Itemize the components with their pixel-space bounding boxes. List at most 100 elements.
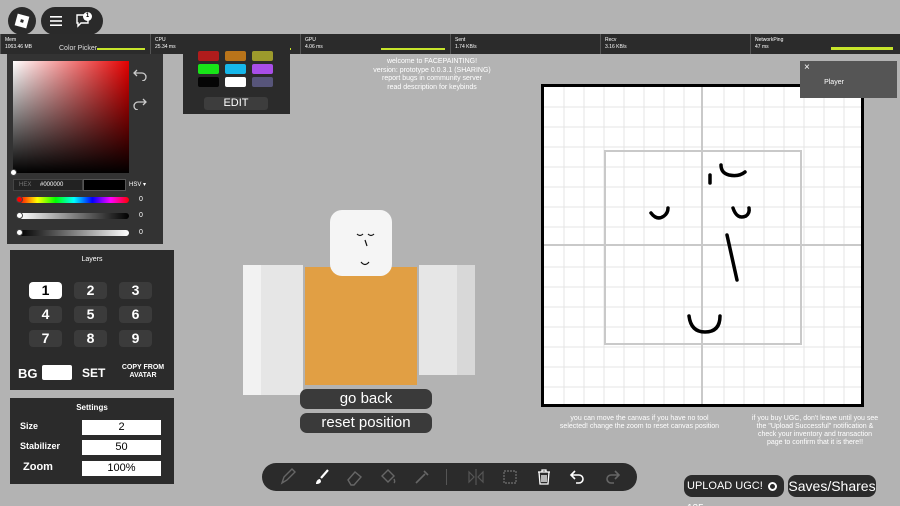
copy-label-line-2: AVATAR bbox=[129, 372, 157, 379]
select-icon[interactable] bbox=[500, 467, 520, 487]
redo-icon[interactable] bbox=[602, 467, 622, 487]
keybinds-line: read description for keybinds bbox=[387, 83, 477, 91]
swatch-olive[interactable] bbox=[252, 51, 273, 61]
saturation-slider[interactable] bbox=[19, 213, 129, 219]
hue-slider[interactable] bbox=[19, 197, 129, 203]
copy-from-avatar-button[interactable]: COPY FROM AVATAR bbox=[116, 364, 170, 380]
zoom-input[interactable]: 100% bbox=[82, 461, 161, 476]
left-arm-side bbox=[243, 265, 261, 395]
stat-ping[interactable]: NetworkPing 47 ms bbox=[750, 34, 900, 54]
copy-label-line-1: COPY FROM bbox=[121, 364, 165, 371]
canvas-note: you can move the canvas if you have no t… bbox=[537, 415, 742, 431]
avatar-head bbox=[330, 210, 392, 276]
layer-9-button[interactable]: 9 bbox=[119, 330, 152, 347]
mode-dropdown[interactable]: HSV ▾ bbox=[129, 181, 146, 188]
mirror-icon[interactable] bbox=[466, 467, 486, 487]
saves-shares-button[interactable]: Saves/Shares bbox=[788, 475, 876, 497]
layer-8-button[interactable]: 8 bbox=[74, 330, 107, 347]
layer-6-button[interactable]: 6 bbox=[119, 306, 152, 323]
close-icon[interactable]: × bbox=[804, 62, 810, 73]
swatch-slate[interactable] bbox=[252, 77, 273, 87]
hue-value[interactable]: 0 bbox=[139, 196, 143, 203]
saturation-value-area[interactable] bbox=[13, 61, 129, 173]
stat-graph bbox=[831, 47, 893, 50]
layer-4-button[interactable]: 4 bbox=[29, 306, 62, 323]
color-picker-panel: HEX #000000 HSV ▾ 0 0 0 bbox=[7, 54, 163, 244]
sv-cursor[interactable] bbox=[10, 169, 17, 176]
eyedropper-icon[interactable] bbox=[412, 467, 432, 487]
roblox-logo-icon bbox=[14, 13, 30, 29]
edit-palette-button[interactable]: EDIT bbox=[204, 97, 268, 110]
welcome-line: welcome to FACEPAINTING! bbox=[386, 58, 478, 65]
layer-1-button[interactable]: 1 bbox=[29, 282, 62, 299]
toolbar-divider bbox=[446, 469, 447, 485]
avatar-preview[interactable] bbox=[243, 210, 476, 395]
size-input[interactable]: 2 bbox=[82, 420, 161, 435]
saturation-value[interactable]: 0 bbox=[139, 212, 143, 219]
ugc-note-line: check your inventory and transaction bbox=[757, 431, 872, 438]
upload-ugc-button[interactable]: UPLOAD UGC! 125 bbox=[684, 475, 784, 506]
trash-icon[interactable] bbox=[534, 467, 554, 487]
notification-badge: 1 bbox=[83, 12, 92, 21]
color-picker-title: Color Picker bbox=[59, 45, 98, 52]
stat-sent[interactable]: Sent 1.74 KB/s bbox=[450, 34, 600, 54]
settings-panel: Settings Size 2 Stabilizer 50 Zoom 100% bbox=[10, 398, 174, 484]
menu-pill: 1 bbox=[41, 7, 103, 35]
layers-title: Layers bbox=[81, 256, 103, 263]
player-panel[interactable]: × Player bbox=[800, 61, 897, 98]
ugc-note-line: if you buy UGC, don't leave until you se… bbox=[751, 415, 879, 422]
saturation-knob[interactable] bbox=[16, 212, 23, 219]
fill-bucket-icon[interactable] bbox=[378, 467, 398, 487]
stabilizer-input[interactable]: 50 bbox=[82, 440, 161, 455]
canvas-note-line: selected! change the zoom to reset canva… bbox=[559, 423, 720, 430]
layer-5-button[interactable]: 5 bbox=[74, 306, 107, 323]
hex-field[interactable]: HEX #000000 bbox=[13, 179, 83, 191]
undo-icon[interactable] bbox=[568, 467, 588, 487]
value-slider[interactable] bbox=[19, 230, 129, 236]
reset-position-button[interactable]: reset position bbox=[300, 413, 432, 433]
pencil-icon[interactable] bbox=[278, 467, 298, 487]
drawing-toolbar bbox=[262, 463, 637, 491]
roblox-menu-button[interactable] bbox=[8, 7, 36, 35]
swatch-green[interactable] bbox=[198, 64, 219, 74]
layer-2-button[interactable]: 2 bbox=[74, 282, 107, 299]
drawing-canvas[interactable] bbox=[541, 84, 864, 407]
swatch-purple[interactable] bbox=[252, 64, 273, 74]
color-preview bbox=[83, 179, 126, 191]
swatch-white[interactable] bbox=[225, 77, 246, 87]
stat-value: 1.74 KB/s bbox=[455, 43, 477, 50]
stat-graph bbox=[381, 48, 445, 50]
ugc-note-line: page to confirm that it is there!! bbox=[766, 439, 864, 446]
hex-label: HEX bbox=[19, 182, 32, 188]
stat-recv[interactable]: Recv 3.16 KB/s bbox=[600, 34, 750, 54]
face-guide bbox=[544, 87, 861, 404]
layer-3-button[interactable]: 3 bbox=[119, 282, 152, 299]
swatch-orange[interactable] bbox=[225, 51, 246, 61]
swatch-cyan[interactable] bbox=[225, 64, 246, 74]
robux-icon bbox=[767, 481, 777, 491]
eraser-icon[interactable] bbox=[345, 467, 365, 487]
swatch-black[interactable] bbox=[198, 77, 219, 87]
layers-panel: Layers 1 2 3 4 5 6 7 8 9 BG SET COPY FRO… bbox=[10, 250, 174, 390]
brush-icon[interactable] bbox=[312, 467, 332, 487]
go-back-button[interactable]: go back bbox=[300, 389, 432, 409]
stabilizer-label: Stabilizer bbox=[20, 441, 61, 451]
stat-gpu[interactable]: GPU 4.06 ms bbox=[300, 34, 450, 54]
bg-color-swatch[interactable] bbox=[42, 365, 72, 380]
redo-color-icon[interactable] bbox=[132, 96, 148, 115]
undo-color-icon[interactable] bbox=[132, 67, 148, 86]
hue-knob[interactable] bbox=[16, 196, 23, 203]
set-button[interactable]: SET bbox=[82, 366, 105, 380]
mode-label: HSV bbox=[129, 182, 142, 188]
bug-report-line: report bugs in community server bbox=[382, 75, 482, 82]
value-value[interactable]: 0 bbox=[139, 229, 143, 236]
torso bbox=[305, 267, 417, 385]
color-palette: EDIT bbox=[183, 42, 290, 114]
size-label: Size bbox=[20, 421, 39, 431]
version-line: version: prototype 0.0.3.1 (SHARING) bbox=[373, 66, 491, 74]
hamburger-icon[interactable] bbox=[48, 13, 64, 34]
layer-7-button[interactable]: 7 bbox=[29, 330, 62, 347]
swatch-red[interactable] bbox=[198, 51, 219, 61]
value-knob[interactable] bbox=[16, 229, 23, 236]
hex-value: #000000 bbox=[40, 182, 64, 188]
